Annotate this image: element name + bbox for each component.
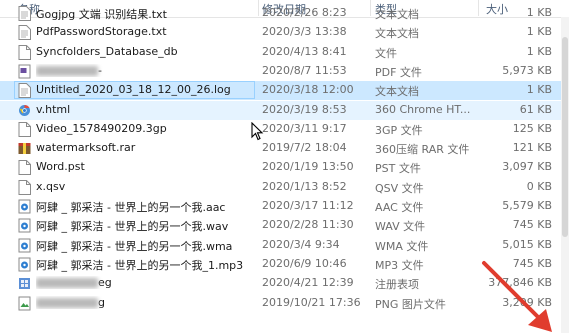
pdf-file-icon [18,64,31,79]
file-name-suffix: g [98,295,105,309]
file-type: WAV 文件 [375,220,426,234]
file-type: QSV 文件 [375,181,424,195]
redacted-name-blur [36,65,98,76]
file-size: 125 KB [512,121,552,135]
file-size: 5,973 KB [502,63,552,77]
file-date: 2020/8/7 11:53 [262,63,347,77]
blank-file-icon [18,179,31,195]
file-name: g [36,296,258,309]
file-row[interactable]: Gogjpg 文端 识别结果.txt 2020/2/26 8:23 文本文档 1 KB [0,4,569,23]
file-date: 2020/2/28 11:30 [262,218,354,232]
file-date: 2020/1/13 8:52 [262,179,347,193]
file-type: 3GP 文件 [375,123,423,137]
blank-file-icon [18,44,31,60]
file-type: PNG 图片文件 [375,297,446,311]
mouse-cursor-icon [251,122,264,141]
audio-file-icon [18,199,31,214]
file-row[interactable]: 阿肆 _ 郭采洁 - 世界上的另一个我.aac 2020/3/17 11:12 AA… [0,197,569,216]
file-date: 2020/3/4 9:34 [262,237,340,251]
text-file-icon [18,6,31,21]
file-type: 注册表项 [375,278,419,292]
file-type: WMA 文件 [375,239,429,253]
file-type: 文本文档 [375,27,419,41]
blank-file-icon [18,121,31,137]
redacted-name-blur [36,278,98,289]
file-type: 360压缩 RAR 文件 [375,143,470,157]
file-name: - [36,64,258,77]
file-name: Word.pst [36,160,85,174]
file-size: 745 KB [512,218,552,232]
file-row[interactable]: Word.pst 2020/1/19 13:50 PST 文件 3,097 KB [0,158,569,177]
file-size: 1 KB [526,25,552,39]
file-date: 2020/2/26 8:23 [262,6,347,19]
file-size: 1 KB [526,44,552,58]
file-row[interactable]: 阿肆 _ 郭采洁 - 世界上的另一个我.wav 2020/2/28 11:30 WA… [0,216,569,235]
audio-file-icon [18,218,31,233]
file-size: 1 KB [526,83,552,97]
audio-file-icon [18,257,31,272]
file-row[interactable]: PdfPasswordStorage.txt 2020/3/3 13:38 文本文档… [0,23,569,42]
file-name: Video_1578490209.3gp [36,121,167,135]
file-name: Syncfolders_Database_db [36,44,178,58]
scrollbar-thumb[interactable] [562,37,568,237]
file-type: AAC 文件 [375,201,424,214]
file-row[interactable]: Video_1578490209.3gp 2020/3/11 9:17 3GP 文件… [0,120,569,139]
file-row[interactable]: - 2020/8/7 11:53 PDF 文件 5,973 KB [0,62,569,81]
file-row[interactable]: watermarksoft.rar 2019/7/2 18:04 360压缩 RAR… [0,139,569,158]
file-size: 0 KB [526,179,552,193]
file-date: 2020/3/11 9:17 [262,121,347,135]
file-type: PST 文件 [375,162,421,176]
image-file-icon [18,296,31,311]
file-name: eg [36,276,258,289]
file-name: 阿肆 _ 郭采洁 - 世界上的另一个我_1.mp3 [36,258,244,272]
file-name: 阿肆 _ 郭采洁 - 世界上的另一个我.wma [36,239,233,253]
file-row[interactable]: Syncfolders_Database_db 2020/4/13 8:41 文件 1… [0,43,569,62]
file-date: 2019/7/2 18:04 [262,141,347,155]
red-annotation-arrow-icon [482,261,552,332]
file-size: 61 KB [519,102,552,116]
file-row[interactable]: v.html 2020/3/19 8:53 360 Chrome HT... 61 K… [0,100,569,120]
file-size: 5,579 KB [502,199,552,212]
file-size: 121 KB [512,141,552,155]
file-name: Gogjpg 文端 识别结果.txt [36,8,167,21]
file-date: 2020/6/9 10:46 [262,256,347,270]
file-name-suffix: - [98,63,102,77]
file-name: x.qsv [36,179,66,193]
audio-file-icon [18,238,31,253]
file-type: 360 Chrome HT... [375,102,471,116]
file-name: v.html [36,102,71,116]
browser-icon [18,103,31,118]
file-date: 2020/1/19 13:50 [262,160,354,174]
blank-file-icon [18,160,31,176]
file-type: 文本文档 [375,8,419,21]
file-size: 3,097 KB [502,160,552,174]
file-date: 2020/3/17 11:12 [262,199,354,212]
file-size: 5,015 KB [502,237,552,251]
registry-icon [18,276,31,291]
text-file-icon [18,83,31,99]
file-type: 文本文档 [375,85,419,99]
file-type: MP3 文件 [375,258,424,272]
file-date: 2020/4/13 8:41 [262,44,347,58]
file-row[interactable]: Untitled_2020_03_18_12_00_26.log 2020/3/1… [0,81,569,101]
redacted-name-blur [36,297,98,308]
file-name: PdfPasswordStorage.txt [36,25,167,39]
file-size: 1 KB [526,6,552,19]
file-date: 2020/3/19 8:53 [262,102,347,116]
file-name: 阿肆 _ 郭采洁 - 世界上的另一个我.aac [36,201,226,214]
file-date: 2020/3/3 13:38 [262,25,347,39]
file-date: 2020/4/21 12:39 [262,276,354,290]
file-name: 阿肆 _ 郭采洁 - 世界上的另一个我.wav [36,220,229,234]
file-date: 2020/3/18 12:00 [262,83,354,97]
file-date: 2019/10/21 17:36 [262,295,361,309]
file-name: Untitled_2020_03_18_12_00_26.log [36,83,231,97]
archive-icon [18,141,31,156]
file-row[interactable]: x.qsv 2020/1/13 8:52 QSV 文件 0 KB [0,178,569,197]
file-name-suffix: eg [98,276,112,290]
file-type: PDF 文件 [375,65,422,79]
file-row[interactable]: 阿肆 _ 郭采洁 - 世界上的另一个我.wma 2020/3/4 9:34 WMA … [0,236,569,255]
file-name: watermarksoft.rar [36,141,136,155]
file-type: 文件 [375,46,397,60]
text-file-icon [18,25,31,41]
